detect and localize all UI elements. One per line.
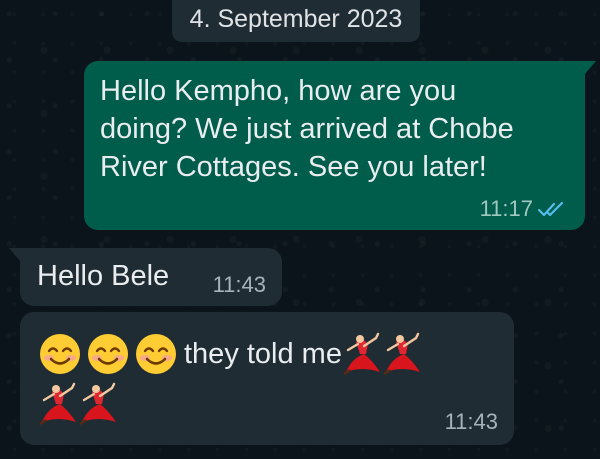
dancer-icon [79,382,116,425]
message-text: Hello Bele [37,260,170,292]
message-line [38,382,118,426]
smiling-face-icon [88,334,128,374]
smiling-face-icon [40,334,80,374]
dancer-icon [343,332,380,375]
outgoing-message-bubble[interactable]: Hello Kempho, how are you doing? We just… [84,61,596,230]
message-time: 11:43 [212,272,266,297]
dancer-icon [383,332,420,375]
dancer-icon [39,382,76,425]
date-separator: 4. September 2023 [172,0,420,42]
incoming-message-bubble[interactable]: Hello Bele 11:43 [9,248,282,306]
double-check-read-icon [537,201,564,217]
date-label: 4. September 2023 [189,5,403,33]
message-meta: 11:17 [480,196,565,222]
message-text: they told me [184,337,342,370]
incoming-message-bubble[interactable]: they told me 11:43 [20,312,514,445]
message-time: 11:43 [444,409,498,434]
message-text: Hello Kempho, how are you doing? We just… [100,75,514,183]
message-time: 11:17 [479,196,533,221]
message-line: they told me [38,330,422,378]
smiling-face-icon [136,334,176,374]
